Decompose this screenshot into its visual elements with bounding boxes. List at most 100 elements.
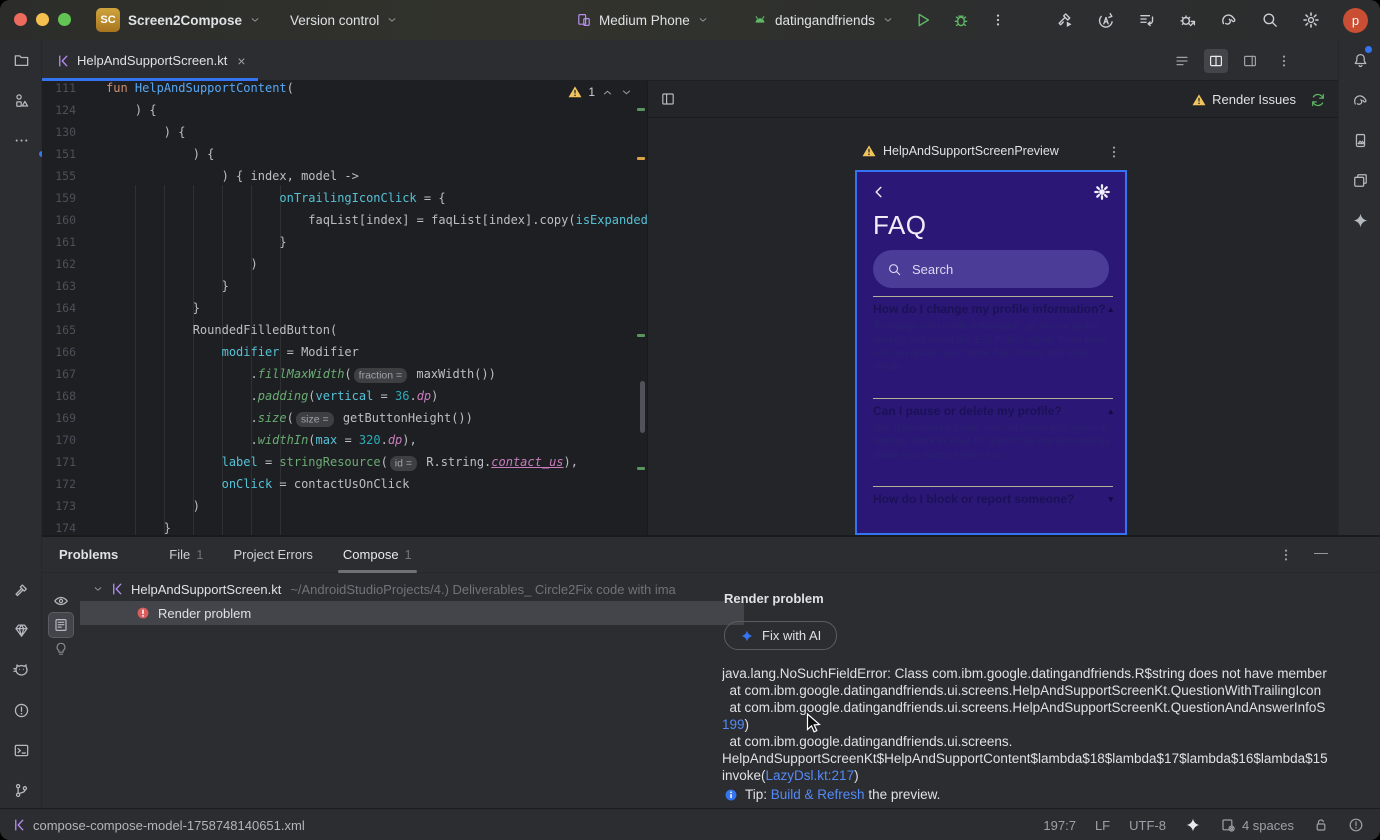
code-line[interactable]: 162 ) xyxy=(42,257,647,279)
panel-options-icon[interactable] xyxy=(1278,547,1294,563)
file-encoding[interactable]: UTF-8 xyxy=(1129,818,1166,833)
back-icon[interactable] xyxy=(871,184,887,200)
device-selector[interactable]: Medium Phone xyxy=(576,0,709,40)
code-line[interactable]: 168 .padding(vertical = 36.dp) xyxy=(42,389,647,411)
open-editor-preview-icon[interactable] xyxy=(48,612,74,638)
code-line[interactable]: 163 } xyxy=(42,279,647,301)
code-line[interactable]: 165 RoundedFilledButton( xyxy=(42,323,647,345)
gem-icon[interactable] xyxy=(0,610,42,650)
status-file[interactable]: compose-compose-model-1758748140651.xml xyxy=(12,809,305,840)
lock-open-icon[interactable] xyxy=(1313,817,1329,833)
collapse-icon[interactable]: ▴ xyxy=(1108,404,1113,419)
project-icon[interactable]: SC xyxy=(96,8,120,32)
terminal-icon[interactable] xyxy=(0,730,42,770)
expand-icon[interactable]: ▾ xyxy=(1108,492,1113,507)
tab-file[interactable]: File 1 xyxy=(154,537,218,573)
macos-zoom-button[interactable] xyxy=(58,13,71,26)
code-line[interactable]: 174 } xyxy=(42,521,647,535)
fix-with-ai-button[interactable]: Fix with AI xyxy=(724,621,838,650)
code-line[interactable]: 171 label = stringResource(id = R.string… xyxy=(42,455,647,477)
render-issues-button[interactable]: Render Issues xyxy=(1192,92,1296,107)
editor-options-icon[interactable] xyxy=(1272,49,1296,73)
code-line[interactable]: 167 .fillMaxWidth(fraction = maxWidth()) xyxy=(42,367,647,389)
run-button[interactable] xyxy=(914,11,932,29)
code-line[interactable]: 160 faqList[index] = faqList[index].copy… xyxy=(42,213,647,235)
code-line[interactable]: 172 onClick = contactUsOnClick xyxy=(42,477,647,499)
split-editor-icon[interactable] xyxy=(1204,48,1228,73)
code-line[interactable]: 151 ) { xyxy=(42,147,647,169)
tab-help-and-support-screen[interactable]: HelpAndSupportScreen.kt × xyxy=(42,40,258,81)
code-line[interactable]: 161 } xyxy=(42,235,647,257)
code-line[interactable]: 159 onTrailingIconClick = { xyxy=(42,191,647,213)
line-ending[interactable]: LF xyxy=(1095,818,1110,833)
more-actions-icon[interactable] xyxy=(990,12,1006,28)
previous-problem-icon[interactable] xyxy=(601,86,614,99)
project-folder-icon[interactable] xyxy=(0,40,42,80)
user-avatar[interactable]: p xyxy=(1343,7,1368,33)
next-problem-icon[interactable] xyxy=(620,86,633,99)
trace-link[interactable]: 199 xyxy=(722,717,745,732)
tab-compose[interactable]: Compose 1 xyxy=(328,537,427,573)
render-problem-row[interactable]: Render problem xyxy=(80,601,744,625)
history-icon[interactable] xyxy=(1138,11,1156,29)
preview-layout-icon[interactable] xyxy=(660,91,676,107)
faq-item[interactable]: How do I change my profile information? ▴… xyxy=(873,297,1113,374)
macos-close-button[interactable] xyxy=(14,13,27,26)
caret-position[interactable]: 197:7 xyxy=(1043,818,1076,833)
gradle-icon[interactable] xyxy=(1339,80,1380,120)
code-line[interactable]: 111 fun HelpAndSupportContent( xyxy=(42,81,647,103)
build-hammer-icon[interactable] xyxy=(0,570,42,610)
running-devices-icon[interactable] xyxy=(1339,160,1380,200)
resource-manager-icon[interactable] xyxy=(0,80,42,120)
gear-icon[interactable] xyxy=(1093,183,1111,201)
code-line[interactable]: 164 } xyxy=(42,301,647,323)
code-line[interactable]: 169 .size(size = getButtonHeight()) xyxy=(42,411,647,433)
gradle-sync-icon[interactable] xyxy=(1220,11,1238,29)
build-run-icon[interactable] xyxy=(1056,11,1074,29)
ai-sparkle-icon[interactable] xyxy=(1185,817,1201,833)
macos-minimize-button[interactable] xyxy=(36,13,49,26)
preview-pane-icon[interactable] xyxy=(1238,49,1262,73)
code-line[interactable]: 124 ) { xyxy=(42,103,647,125)
compose-preview-frame[interactable]: FAQ Search How do I change my profile in… xyxy=(855,170,1127,535)
close-tab-icon[interactable]: × xyxy=(237,53,245,69)
logcat-icon[interactable] xyxy=(0,650,42,690)
minimize-panel-icon[interactable]: — xyxy=(1314,544,1328,560)
indent-widget[interactable]: 4 spaces xyxy=(1220,817,1294,833)
inspection-widget[interactable]: 1 xyxy=(568,85,633,99)
tab-project-errors[interactable]: Project Errors xyxy=(218,537,327,573)
readonly-alert-icon[interactable] xyxy=(1348,817,1364,833)
structure-view-icon[interactable] xyxy=(1170,49,1194,73)
problems-file-row[interactable]: HelpAndSupportScreen.kt ~/AndroidStudioP… xyxy=(80,577,744,601)
gemini-icon[interactable] xyxy=(1339,200,1380,240)
faq-search-bar[interactable]: Search xyxy=(873,250,1109,288)
code-line[interactable]: 170 .widthIn(max = 320.dp), xyxy=(42,433,647,455)
version-control-icon[interactable] xyxy=(0,770,42,810)
trace-link[interactable]: LazyDsl.kt:217 xyxy=(766,768,855,783)
faq-item[interactable]: Can I pause or delete my profile? ▴ Yes. I… xyxy=(873,399,1113,462)
attach-debugger-icon[interactable] xyxy=(1179,11,1197,29)
search-icon[interactable] xyxy=(1261,11,1279,29)
project-menu[interactable]: Screen2Compose xyxy=(128,0,261,40)
code-line[interactable]: 155 ) { index, model -> xyxy=(42,169,647,191)
device-manager-icon[interactable] xyxy=(1339,120,1380,160)
collapse-icon[interactable]: ▴ xyxy=(1108,302,1113,317)
debug-button[interactable] xyxy=(952,11,970,29)
preview-menu-icon[interactable] xyxy=(1106,144,1122,160)
settings-gear-icon[interactable] xyxy=(1302,11,1320,29)
problems-icon[interactable] xyxy=(0,690,42,730)
preview-card-header[interactable]: HelpAndSupportScreenPreview xyxy=(862,144,1122,158)
code-line[interactable]: 130 ) { xyxy=(42,125,647,147)
code-line[interactable]: 166 modifier = Modifier xyxy=(42,345,647,367)
faq-item[interactable]: How do I block or report someone? ▾ xyxy=(873,487,1113,521)
run-anything-icon[interactable] xyxy=(1097,11,1115,29)
notifications-icon[interactable] xyxy=(1339,40,1380,80)
editor-scrollbar[interactable] xyxy=(640,381,645,433)
refresh-preview-icon[interactable] xyxy=(1310,92,1326,108)
more-tools-icon[interactable] xyxy=(0,120,42,160)
build-refresh-link[interactable]: Build & Refresh xyxy=(771,787,865,802)
chevron-down-icon[interactable] xyxy=(92,583,104,595)
preview-problem-eye-icon[interactable] xyxy=(49,589,73,613)
code-editor[interactable]: 111 fun HelpAndSupportContent(124 ) {130 … xyxy=(42,81,648,535)
quick-fix-bulb-icon[interactable] xyxy=(49,637,73,661)
